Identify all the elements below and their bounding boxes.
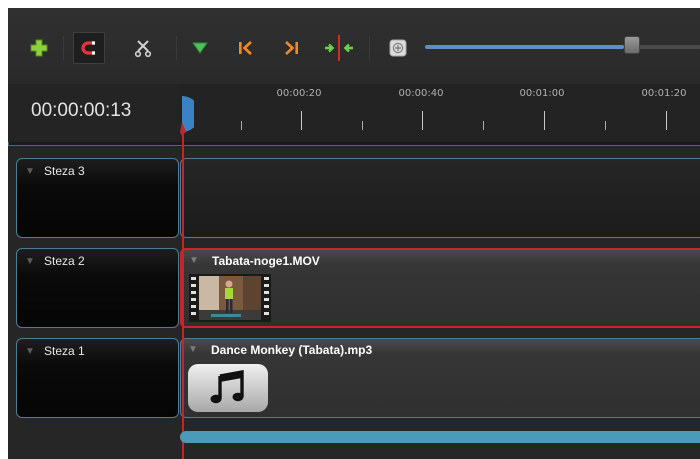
zoom-slider[interactable]: [425, 45, 700, 49]
video-thumbnail: [189, 274, 271, 322]
previous-marker-button[interactable]: [229, 32, 261, 64]
video-clip[interactable]: ▼ Tabata-noge1.MOV: [180, 248, 700, 328]
add-track-icon: [30, 39, 48, 57]
center-on-playhead-button[interactable]: [323, 32, 355, 64]
current-time-display: 00:00:00:13: [8, 84, 180, 144]
toolbar-separator: [176, 36, 177, 60]
track-name: Steza 2: [44, 254, 85, 268]
ruler-major-tick: [666, 111, 667, 130]
timeline-horizontal-scrollbar[interactable]: [180, 431, 700, 443]
clip-menu-arrow-icon[interactable]: ▼: [188, 344, 198, 355]
toolbar-separator: [369, 36, 370, 60]
zoom-slider-rest: [640, 45, 700, 49]
next-marker-icon: [285, 41, 298, 55]
add-track-button[interactable]: [23, 32, 55, 64]
ruler-major-tick: [422, 111, 423, 130]
audio-thumbnail: [188, 364, 268, 412]
zoom-in-button[interactable]: [382, 32, 414, 64]
ruler-track-divider: [8, 142, 700, 146]
ruler-major-tick: [544, 111, 545, 130]
playhead-line[interactable]: [182, 96, 184, 459]
ruler-minor-tick: [241, 121, 242, 130]
next-marker-button[interactable]: [276, 32, 308, 64]
add-marker-icon: [192, 42, 208, 54]
track-header-steza-2[interactable]: ▼ Steza 2: [16, 248, 179, 328]
snap-magnet-icon: [81, 41, 95, 55]
timeline-toolbar: [8, 8, 700, 84]
track-header-steza-3[interactable]: ▼ Steza 3: [16, 158, 179, 238]
center-on-playhead-icon: [325, 35, 353, 61]
ruler-minor-tick: [362, 121, 363, 130]
timeline-panel: 00:00:00:13 00:00:20 00:00:40 00:01:00 0…: [8, 8, 700, 459]
ruler-label: 00:01:20: [641, 88, 687, 99]
ruler-minor-tick: [483, 121, 484, 130]
ruler-label: 00:00:40: [398, 88, 444, 99]
track-name: Steza 3: [44, 164, 85, 178]
razor-tool-button[interactable]: [127, 32, 159, 64]
collapse-arrow-icon[interactable]: ▼: [25, 346, 35, 357]
snap-toggle-button[interactable]: [73, 32, 105, 64]
ruler-label: 00:01:00: [519, 88, 565, 99]
previous-marker-icon: [239, 41, 252, 55]
razor-scissors-icon: [134, 40, 152, 58]
audio-clip[interactable]: ▼ Dance Monkey (Tabata).mp3: [180, 338, 700, 418]
add-marker-button[interactable]: [184, 32, 216, 64]
collapse-arrow-icon[interactable]: ▼: [25, 166, 35, 177]
clip-title: Dance Monkey (Tabata).mp3: [211, 343, 373, 357]
toolbar-separator: [63, 36, 64, 60]
clip-title: Tabata-noge1.MOV: [212, 254, 320, 268]
ruler-major-tick: [301, 111, 302, 130]
playhead-marker-icon[interactable]: [178, 96, 194, 136]
track-header-steza-1[interactable]: ▼ Steza 1: [16, 338, 179, 418]
ruler-label: 00:00:20: [276, 88, 322, 99]
track-name: Steza 1: [44, 344, 85, 358]
ruler-minor-tick: [605, 121, 606, 130]
zoom-slider-handle[interactable]: [624, 36, 640, 54]
track-lane-steza-3[interactable]: [180, 158, 700, 238]
collapse-arrow-icon[interactable]: ▼: [25, 256, 35, 267]
clip-menu-arrow-icon[interactable]: ▼: [189, 255, 199, 266]
zoom-slider-fill: [425, 45, 624, 49]
music-note-icon: [210, 370, 244, 404]
zoom-in-icon: [389, 39, 407, 57]
time-ruler[interactable]: 00:00:20 00:00:40 00:01:00 00:01:20: [180, 84, 700, 144]
